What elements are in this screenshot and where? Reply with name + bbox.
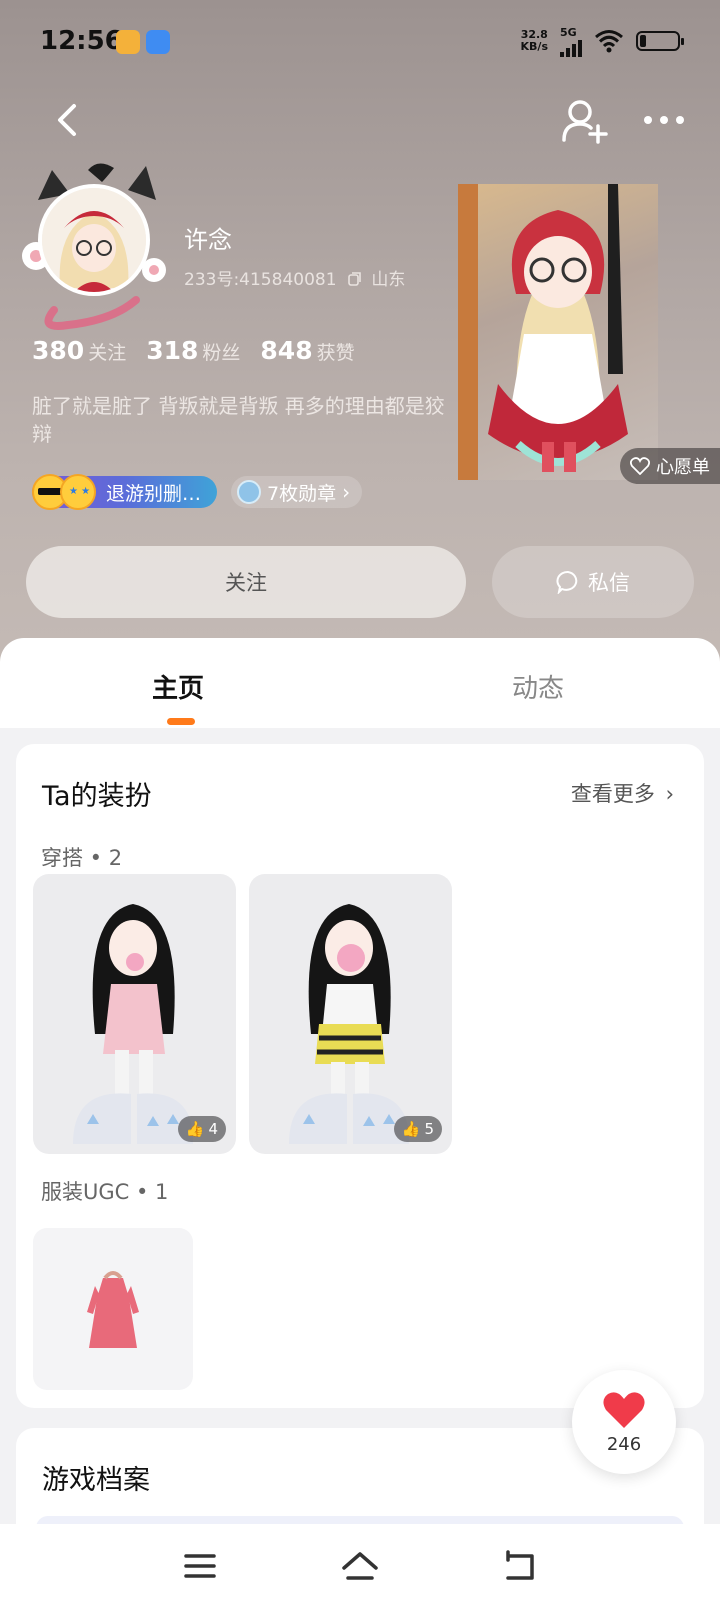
- message-button[interactable]: 私信: [492, 546, 694, 618]
- ugc-dress-image: [87, 1271, 139, 1348]
- avatar-image: [38, 184, 150, 296]
- tab-bar: 主页 动态: [0, 638, 720, 728]
- status-right: 32.8 KB/s 5G: [520, 26, 684, 57]
- stat-following[interactable]: 380 关注: [32, 336, 126, 365]
- signal-group: 5G: [560, 26, 582, 57]
- medal-icon: [237, 480, 262, 504]
- star-eyes-emoji-icon: ★ ★: [60, 474, 96, 510]
- ugc-label: 服装UGC • 1: [41, 1180, 169, 1204]
- heart-outline-icon: [630, 457, 650, 475]
- home-icon[interactable]: [338, 1544, 382, 1588]
- status-bar: 12:56 32.8 KB/s 5G: [0, 0, 720, 80]
- chat-bubble-icon: [556, 571, 578, 594]
- follow-button[interactable]: 关注: [26, 546, 466, 618]
- title-badge-text: 退游别删…: [106, 482, 202, 505]
- user-id-text: 233号:415840081: [184, 270, 337, 290]
- chevron-right-icon: ›: [342, 480, 351, 504]
- tab-home[interactable]: 主页: [152, 668, 204, 705]
- more-dots-icon[interactable]: [642, 100, 686, 140]
- medals-text: 7枚勋章: [267, 482, 337, 505]
- weibo-icon: [116, 30, 140, 54]
- wishlist-button[interactable]: 心愿单: [620, 448, 720, 484]
- like-total: 246: [606, 1433, 642, 1455]
- outfit-image: [73, 904, 194, 1144]
- like-count-chip: 👍 4: [177, 1116, 226, 1142]
- emoji-icons: ★ ★: [32, 474, 96, 510]
- user-id: 233号:415840081 山东: [184, 265, 405, 290]
- floating-like-button[interactable]: 246: [572, 1370, 676, 1474]
- back-icon[interactable]: [498, 1544, 542, 1588]
- game-card-title: 游戏档案: [42, 1465, 150, 1496]
- outfits-label: 穿搭 • 2: [41, 846, 123, 870]
- outfit-tile-1[interactable]: 👍 4: [33, 874, 236, 1154]
- outfit-image: [289, 904, 410, 1144]
- character-figure-image: [458, 184, 628, 480]
- app-icon: [146, 30, 170, 54]
- chevron-right-icon: ›: [665, 782, 674, 806]
- thumbs-up-icon: 👍: [401, 1120, 421, 1138]
- add-friend-icon[interactable]: [560, 98, 608, 144]
- tab-feed[interactable]: 动态: [512, 668, 564, 705]
- system-nav-bar: [0, 1524, 720, 1608]
- character-showcase[interactable]: [458, 184, 658, 480]
- network-type: 5G: [560, 25, 577, 39]
- back-chevron-icon[interactable]: [48, 100, 88, 140]
- tab-indicator: [167, 718, 195, 725]
- signal-icon: [560, 39, 582, 57]
- user-location: 山东: [371, 270, 406, 290]
- avatar[interactable]: [18, 160, 168, 330]
- see-more-link[interactable]: 查看更多 ›: [571, 778, 674, 808]
- title-badge[interactable]: ★ ★ 退游别删…: [32, 474, 218, 510]
- thumbs-up-icon: 👍: [185, 1120, 205, 1138]
- wifi-icon: [595, 30, 623, 53]
- stat-followers[interactable]: 318 粉丝: [146, 336, 240, 365]
- like-count-chip: 👍 5: [393, 1116, 442, 1142]
- status-time: 12:56: [40, 26, 123, 56]
- badge-row: ★ ★ 退游别删… 7枚勋章 ›: [32, 474, 363, 510]
- copy-icon[interactable]: [348, 272, 362, 286]
- stat-likes[interactable]: 848 获赞: [260, 336, 354, 365]
- outfit-card-title: Ta的装扮: [42, 781, 152, 812]
- heart-icon: [603, 1391, 645, 1428]
- user-bio: 脏了就是脏了 背叛就是背叛 再多的理由都是狡辩: [32, 394, 445, 446]
- menu-icon[interactable]: [178, 1544, 222, 1588]
- net-speed: 32.8 KB/s: [520, 28, 548, 53]
- ugc-tile-1[interactable]: [33, 1228, 193, 1390]
- outfit-tile-2[interactable]: 👍 5: [249, 874, 452, 1154]
- outfit-card: Ta的装扮 查看更多 › 穿搭 • 2 👍 4 👍 5 服装UGC • 1: [16, 744, 704, 1408]
- user-name: 许念: [184, 226, 232, 254]
- profile-stats: 380 关注 318 粉丝 848 获赞: [32, 336, 355, 365]
- medals-badge[interactable]: 7枚勋章 ›: [231, 476, 363, 508]
- battery-icon: [636, 31, 684, 51]
